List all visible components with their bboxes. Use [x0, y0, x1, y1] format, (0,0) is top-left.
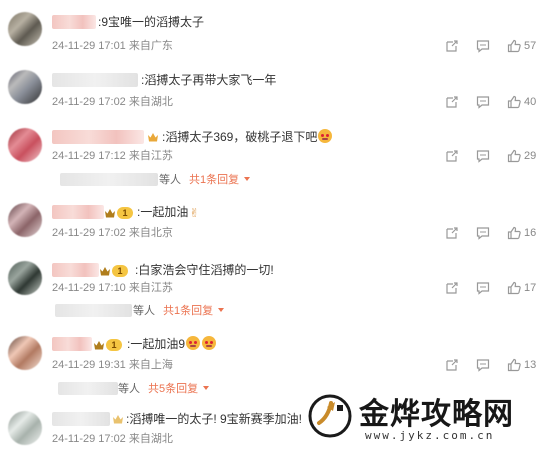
comment-actions: 13 [428, 357, 540, 373]
reply-summary: 等人 共1条回复 [133, 304, 225, 318]
share-icon[interactable] [445, 358, 459, 372]
username[interactable] [52, 15, 96, 29]
comment-text: :滔搏太子369，破桃子退下吧 [162, 129, 333, 145]
comment-text: :滔搏太子再带大家飞一年 [141, 73, 277, 87]
thumbs-up-icon[interactable] [507, 39, 521, 53]
expand-replies-link[interactable]: 共5条回复 [148, 383, 198, 395]
member-badge: 1 [104, 206, 133, 220]
reply-who: 等人 [118, 383, 140, 395]
comment-meta: 24-11-29 17:10 来自江苏 [52, 282, 173, 294]
comment-meta: 24-11-29 17:12 来自江苏 [52, 150, 173, 162]
comment-text: :一起加油9 [127, 336, 217, 352]
reply-usernames[interactable] [60, 173, 158, 186]
comment-actions: 57 [428, 38, 540, 54]
share-icon[interactable] [445, 149, 459, 163]
crown-icon [94, 340, 104, 349]
like-count: 29 [524, 150, 537, 162]
comment-meta: 24-11-29 19:31 来自上海 [52, 359, 173, 371]
crown-icon [148, 133, 158, 142]
expand-replies-link[interactable]: 共1条回复 [189, 174, 239, 186]
avatar[interactable] [8, 12, 42, 46]
username[interactable] [52, 412, 110, 426]
reply-summary: 等人 共5条回复 [118, 382, 210, 396]
avatar[interactable] [8, 261, 42, 295]
comment-icon[interactable] [476, 95, 490, 109]
like-count: 57 [524, 40, 537, 52]
comment-icon[interactable] [476, 39, 490, 53]
comment-icon[interactable] [476, 149, 490, 163]
chevron-down-icon[interactable] [218, 308, 225, 312]
angry-face-emoji [186, 336, 201, 350]
comment-meta: 24-11-29 17:01 来自广东 [52, 40, 173, 52]
site-logo-icon [308, 394, 352, 438]
comment-text: :9宝唯一的滔搏太子 [98, 15, 205, 29]
site-watermark: 金烨攻略网 www.jykz.com.cn [305, 385, 545, 453]
like-count: 13 [524, 359, 537, 371]
member-badge: 1 [93, 338, 122, 352]
username[interactable] [52, 73, 138, 87]
comment-icon[interactable] [476, 358, 490, 372]
username[interactable] [52, 205, 104, 219]
share-icon[interactable] [445, 95, 459, 109]
comment-icon[interactable] [476, 226, 490, 240]
comment-text: :一起加油✌ [137, 205, 200, 220]
expand-replies-link[interactable]: 共1条回复 [163, 305, 213, 317]
chevron-down-icon[interactable] [244, 177, 251, 181]
username[interactable] [52, 263, 99, 277]
crown-icon [100, 266, 110, 275]
thumbs-up-icon[interactable] [507, 281, 521, 295]
avatar[interactable] [8, 128, 42, 162]
crown-icon [105, 208, 115, 217]
like-count: 16 [524, 227, 537, 239]
username[interactable] [52, 130, 144, 144]
reply-usernames[interactable] [55, 304, 132, 317]
watermark-url: www.jykz.com.cn [365, 429, 495, 442]
level-badge: 1 [117, 207, 133, 219]
share-icon[interactable] [445, 226, 459, 240]
reply-summary: 等人 共1条回复 [159, 173, 251, 187]
comment-meta: 24-11-29 17:02 来自湖北 [52, 433, 173, 445]
comment-actions: 29 [428, 148, 540, 164]
comment-text: :白家浩会守住滔搏的一切! [135, 263, 274, 277]
avatar[interactable] [8, 411, 42, 445]
thumbs-up-icon[interactable] [507, 95, 521, 109]
comment-text: :滔搏唯一的太子! 9宝新赛季加油! [126, 412, 303, 426]
level-badge: 1 [112, 265, 128, 277]
avatar[interactable] [8, 203, 42, 237]
member-badge: 1 [99, 264, 128, 278]
victory-hand-emoji: ✌ [189, 206, 200, 220]
avatar[interactable] [8, 336, 42, 370]
comment-actions: 16 [428, 225, 540, 241]
angry-face-emoji [318, 129, 333, 143]
angry-face-emoji [202, 336, 217, 350]
like-count: 40 [524, 96, 537, 108]
thumbs-up-icon[interactable] [507, 149, 521, 163]
thumbs-up-icon[interactable] [507, 358, 521, 372]
crown-icon [113, 415, 123, 424]
watermark-title: 金烨攻略网 [359, 397, 514, 432]
share-icon[interactable] [445, 281, 459, 295]
reply-who: 等人 [159, 174, 181, 186]
comment-icon[interactable] [476, 281, 490, 295]
level-badge: 1 [106, 339, 122, 351]
like-count: 17 [524, 282, 537, 294]
reply-usernames[interactable] [58, 382, 118, 395]
username[interactable] [52, 337, 92, 351]
thumbs-up-icon[interactable] [507, 226, 521, 240]
comment-actions: 17 [428, 280, 540, 296]
comment-actions: 40 [428, 94, 540, 110]
comment-meta: 24-11-29 17:02 来自湖北 [52, 96, 173, 108]
comment-meta: 24-11-29 17:02 来自北京 [52, 227, 173, 239]
chevron-down-icon[interactable] [203, 386, 210, 390]
share-icon[interactable] [445, 39, 459, 53]
reply-who: 等人 [133, 305, 155, 317]
avatar[interactable] [8, 70, 42, 104]
